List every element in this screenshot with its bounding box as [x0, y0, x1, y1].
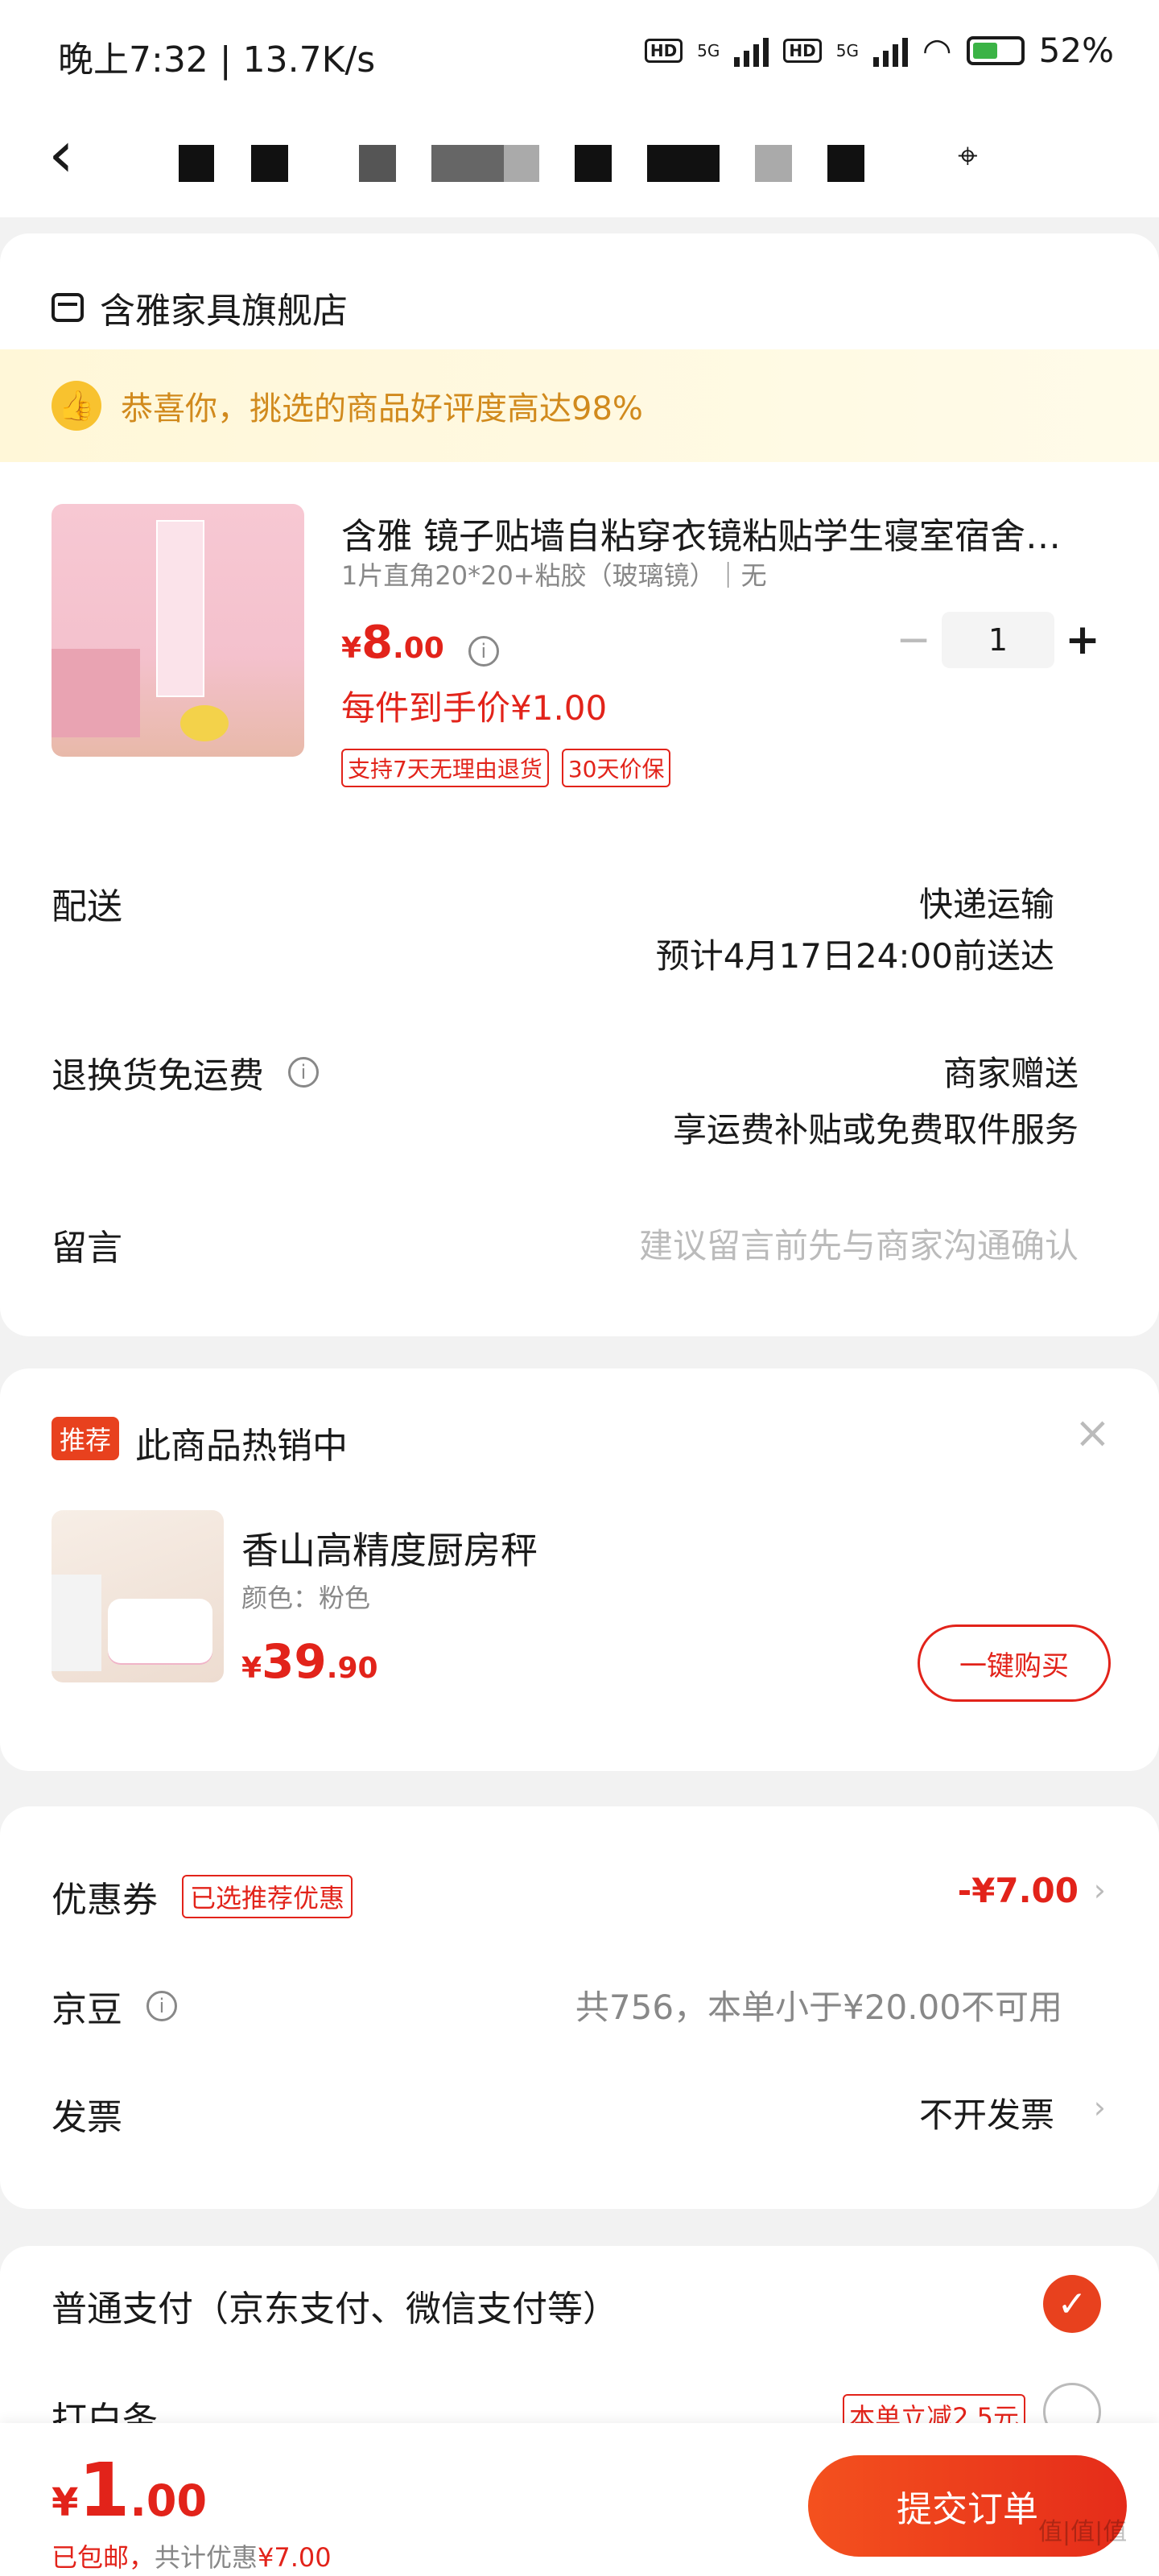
thumbs-up-icon: 👍 — [52, 381, 101, 431]
price-integer: 39 — [262, 1634, 327, 1689]
total-price: ¥ 1 .00 — [52, 2447, 207, 2533]
battery-icon — [966, 35, 1025, 65]
price-protect-tag: 30天价保 — [561, 749, 671, 787]
shop-name: 含雅家具旗舰店 — [100, 291, 348, 332]
invoice-value[interactable]: 不开发票 — [919, 2088, 1054, 2137]
chevron-right-icon[interactable]: › — [1094, 2090, 1106, 2125]
coupon-label: 优惠券 — [52, 1880, 158, 1921]
network-label-2: 5G — [835, 40, 859, 60]
message-label: 留言 — [52, 1228, 122, 1269]
unit-price: 每件到手价¥1.00 — [341, 688, 608, 728]
price-integer: 8 — [361, 617, 394, 669]
returns-value: 商家赠送 — [942, 1054, 1079, 1093]
coupon-tag: 已选推荐优惠 — [182, 1875, 353, 1918]
total-summary: 已包邮，共计优惠¥7.00 — [52, 2537, 332, 2574]
standard-pay-label[interactable]: 普通支付（京东支付、微信支付等） — [52, 2280, 618, 2331]
hd-icon-2: HD — [783, 38, 822, 63]
signal-icon-2 — [872, 35, 908, 67]
recommend-card: 推荐 此商品热销中 × 香山高精度厨房秤 颜色：粉色 ¥ 39 .90 一键购买 — [0, 1368, 1159, 1771]
status-time: 晚上7:32 | 13.7K/s — [58, 39, 376, 80]
price-decimal: .00 — [393, 632, 444, 665]
location-pin-icon[interactable]: ⌖ — [958, 135, 978, 176]
coupon-row[interactable]: 优惠券 已选推荐优惠 — [52, 1871, 353, 1922]
redacted-block — [179, 145, 214, 182]
recommend-name[interactable]: 香山高精度厨房秤 — [241, 1521, 538, 1575]
chevron-right-icon[interactable]: › — [1094, 1872, 1106, 1908]
delivery-eta[interactable]: 预计4月17日24:00前送达 — [656, 929, 1054, 978]
jingdou-label: 京豆 — [52, 1989, 122, 2030]
plus-button[interactable]: + — [1054, 612, 1111, 668]
recommend-badge: 推荐 — [52, 1417, 120, 1460]
product-spec[interactable]: 1片直角20*20+粘胶（玻璃镜）｜无 — [341, 555, 767, 592]
redacted-block — [504, 145, 539, 182]
battery-level: 52% — [1038, 31, 1114, 70]
discount-prefix: 共计优惠 — [155, 2542, 258, 2573]
minus-button[interactable]: − — [885, 612, 942, 668]
delivery-label: 配送 — [52, 886, 122, 927]
recommend-image[interactable] — [52, 1510, 224, 1682]
praise-banner: 👍 恭喜你，挑选的商品好评度高达98% — [0, 349, 1159, 462]
status-icons: HD 5G HD 5G ◠ 52% — [644, 31, 1114, 70]
info-icon[interactable]: i — [146, 1991, 177, 2021]
price-decimal: .90 — [326, 1652, 378, 1685]
delivery-method[interactable]: 快递运输 — [919, 877, 1054, 927]
redacted-block — [827, 145, 864, 182]
product-tags: 支持7天无理由退货 30天价保 — [341, 749, 671, 787]
redacted-block — [755, 145, 792, 182]
redacted-block — [431, 145, 504, 182]
bottom-bar: ¥ 1 .00 已包邮，共计优惠¥7.00 提交订单 值|值|值 — [0, 2423, 1159, 2576]
invoice-label: 发票 — [52, 2097, 122, 2138]
recommend-title: 此商品热销中 — [135, 1426, 348, 1467]
price-integer: 1 — [78, 2447, 130, 2533]
hd-icon: HD — [644, 38, 683, 63]
returns-row: 退换货免运费 i — [52, 1046, 319, 1098]
close-icon[interactable]: × — [1074, 1407, 1111, 1458]
product-image[interactable] — [52, 504, 304, 757]
price-symbol: ¥ — [341, 632, 362, 665]
redacted-block — [647, 145, 720, 182]
coupon-value[interactable]: -¥7.00 — [958, 1871, 1079, 1910]
chevron-left-icon[interactable]: ‹ — [48, 122, 74, 187]
watermark: 值|值|值 — [1038, 2518, 1128, 2546]
product-title[interactable]: 含雅 镜子贴墙自粘穿衣镜粘贴学生寝室宿舍… — [341, 507, 1098, 559]
product-price: ¥ 8 .00 i — [341, 617, 499, 669]
status-bar: 晚上7:32 | 13.7K/s HD 5G HD 5G ◠ 52% — [0, 0, 1159, 105]
signal-icon — [734, 35, 769, 67]
price-symbol: ¥ — [52, 2480, 79, 2525]
redacted-block — [251, 145, 288, 182]
recommend-price: ¥ 39 .90 — [241, 1634, 378, 1689]
price-symbol: ¥ — [241, 1652, 262, 1685]
discount-card: 优惠券 已选推荐优惠 -¥7.00 › 京豆 i 共756，本单小于¥20.00… — [0, 1806, 1159, 2209]
jingdou-row: 京豆 i — [52, 1980, 177, 2032]
price-decimal: .00 — [130, 2475, 208, 2526]
praise-text: 恭喜你，挑选的商品好评度高达98% — [121, 390, 643, 427]
shop-row[interactable]: 含雅家具旗舰店 — [52, 282, 348, 333]
returns-desc: 享运费补贴或免费取件服务 — [672, 1110, 1079, 1150]
quantity-input[interactable]: 1 — [942, 612, 1054, 668]
check-icon[interactable]: ✓ — [1043, 2275, 1101, 2333]
return-tag: 支持7天无理由退货 — [341, 749, 549, 787]
nav-bar: ‹ ⌖ — [0, 105, 1159, 217]
order-card: 含雅家具旗舰店 👍 恭喜你，挑选的商品好评度高达98% 含雅 镜子贴墙自粘穿衣镜… — [0, 233, 1159, 1336]
shipping-note: 已包邮， — [52, 2542, 155, 2573]
jingdou-value: 共756，本单小于¥20.00不可用 — [575, 1988, 1062, 2027]
shop-icon — [52, 293, 84, 322]
discount-value: ¥7.00 — [258, 2542, 332, 2573]
redacted-block — [575, 145, 612, 182]
message-input[interactable]: 建议留言前先与商家沟通确认 — [639, 1219, 1079, 1268]
info-icon[interactable]: i — [288, 1057, 319, 1088]
returns-label: 退换货免运费 — [52, 1055, 264, 1096]
network-label: 5G — [697, 40, 720, 60]
wifi-icon: ◠ — [922, 31, 952, 70]
recommend-spec: 颜色：粉色 — [241, 1583, 371, 1613]
info-icon[interactable]: i — [468, 636, 499, 667]
redacted-block — [359, 145, 396, 182]
quantity-stepper: − 1 + — [885, 612, 1111, 668]
quick-buy-button[interactable]: 一键购买 — [918, 1624, 1111, 1702]
